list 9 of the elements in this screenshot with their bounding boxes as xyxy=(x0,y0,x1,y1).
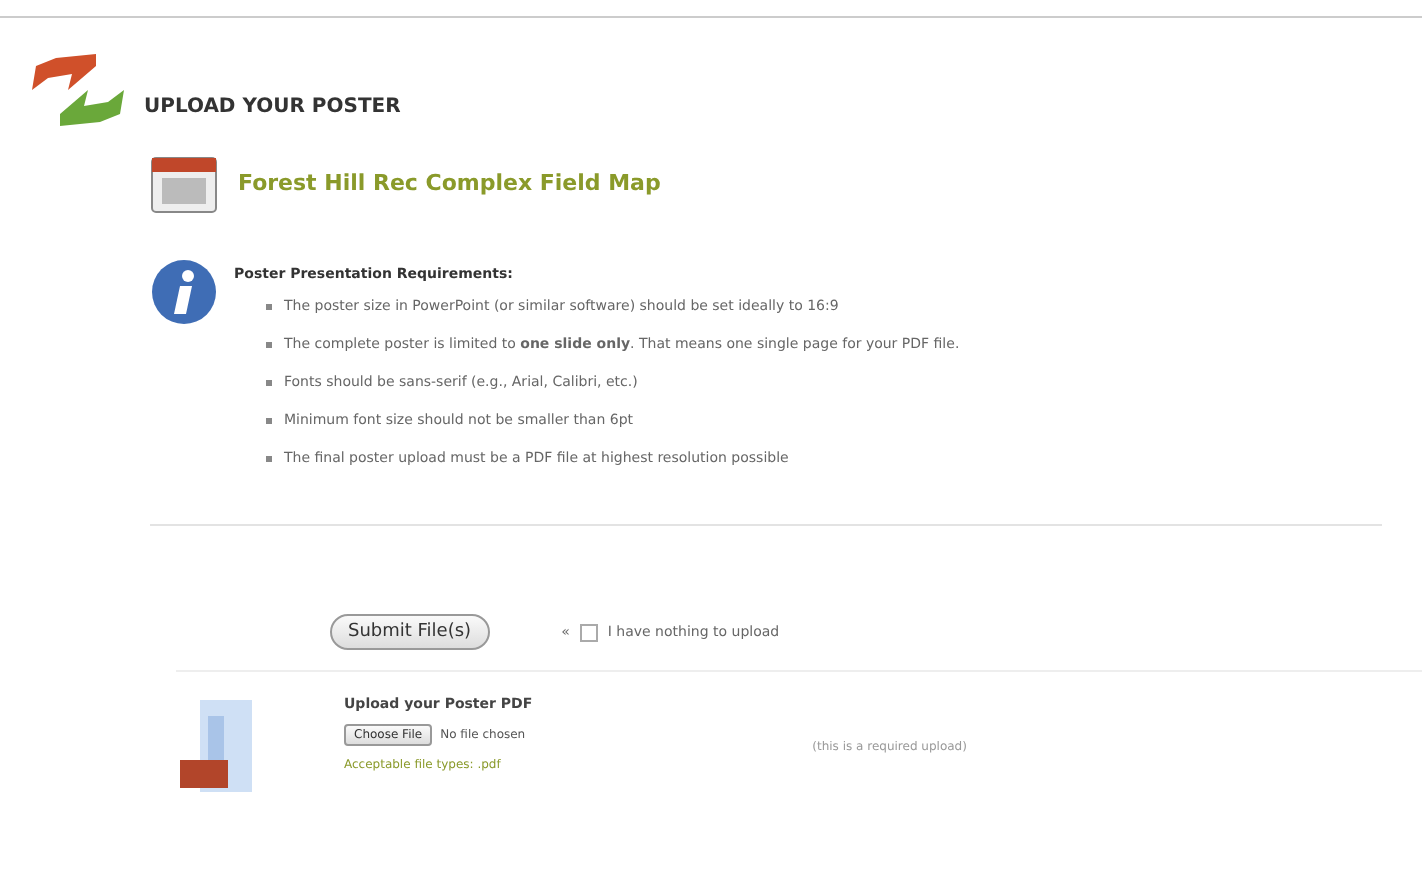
bullet-icon xyxy=(266,303,272,309)
bullet-icon xyxy=(266,379,272,385)
info-icon xyxy=(150,258,218,326)
bullet-icon xyxy=(266,417,272,423)
bullet-icon xyxy=(266,341,272,347)
page-title: UPLOAD YOUR POSTER xyxy=(144,95,401,117)
submit-button[interactable]: Submit File(s) xyxy=(330,614,490,650)
bullet-icon xyxy=(266,455,272,461)
checkbox[interactable] xyxy=(579,623,598,641)
